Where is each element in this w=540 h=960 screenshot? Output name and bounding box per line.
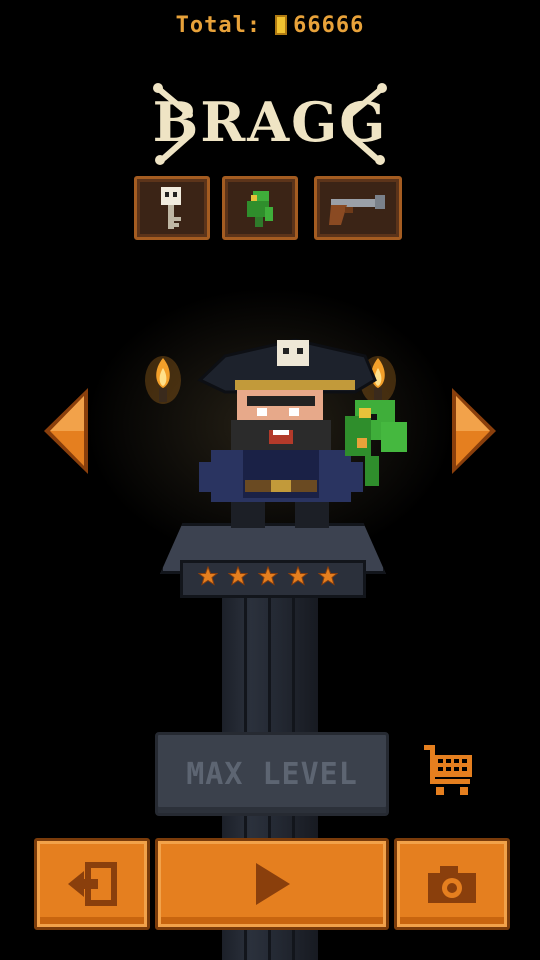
- star-icon-5: [318, 566, 338, 586]
- item-slot-pistol[interactable]: [314, 176, 402, 240]
- coin-icon: [275, 15, 288, 35]
- skull-key-icon: [161, 187, 181, 229]
- parrot-icon: [247, 191, 273, 227]
- camera-icon: [428, 866, 476, 903]
- star-icon-2: [228, 566, 248, 586]
- total-value: 66666: [293, 12, 365, 38]
- exit-button[interactable]: [34, 838, 150, 930]
- next-character-button[interactable]: [450, 386, 498, 476]
- total-coins: Total: 66666: [0, 8, 540, 42]
- item-slot-key[interactable]: [134, 176, 210, 240]
- star-icon-4: [288, 566, 308, 586]
- star-icon-3: [258, 566, 278, 586]
- character-select-screen: Total: 66666 BRAGG MAX LEVEL: [0, 0, 540, 960]
- screenshot-button[interactable]: [394, 838, 510, 930]
- flintlock-pistol-icon: [329, 195, 385, 225]
- shopping-cart-icon[interactable]: [424, 745, 474, 797]
- exit-icon: [68, 862, 117, 906]
- torch-left-icon: [145, 356, 181, 404]
- max-level-label: MAX LEVEL: [186, 756, 358, 792]
- max-level-button[interactable]: MAX LEVEL: [155, 732, 389, 816]
- play-button[interactable]: [155, 838, 389, 930]
- character-name: BRAGG: [152, 90, 388, 154]
- previous-character-button[interactable]: [42, 386, 90, 476]
- item-slot-parrot[interactable]: [222, 176, 298, 240]
- play-icon: [256, 863, 290, 905]
- pirate-character-icon[interactable]: [185, 330, 415, 545]
- total-label: Total:: [175, 12, 262, 38]
- star-icon-1: [198, 566, 218, 586]
